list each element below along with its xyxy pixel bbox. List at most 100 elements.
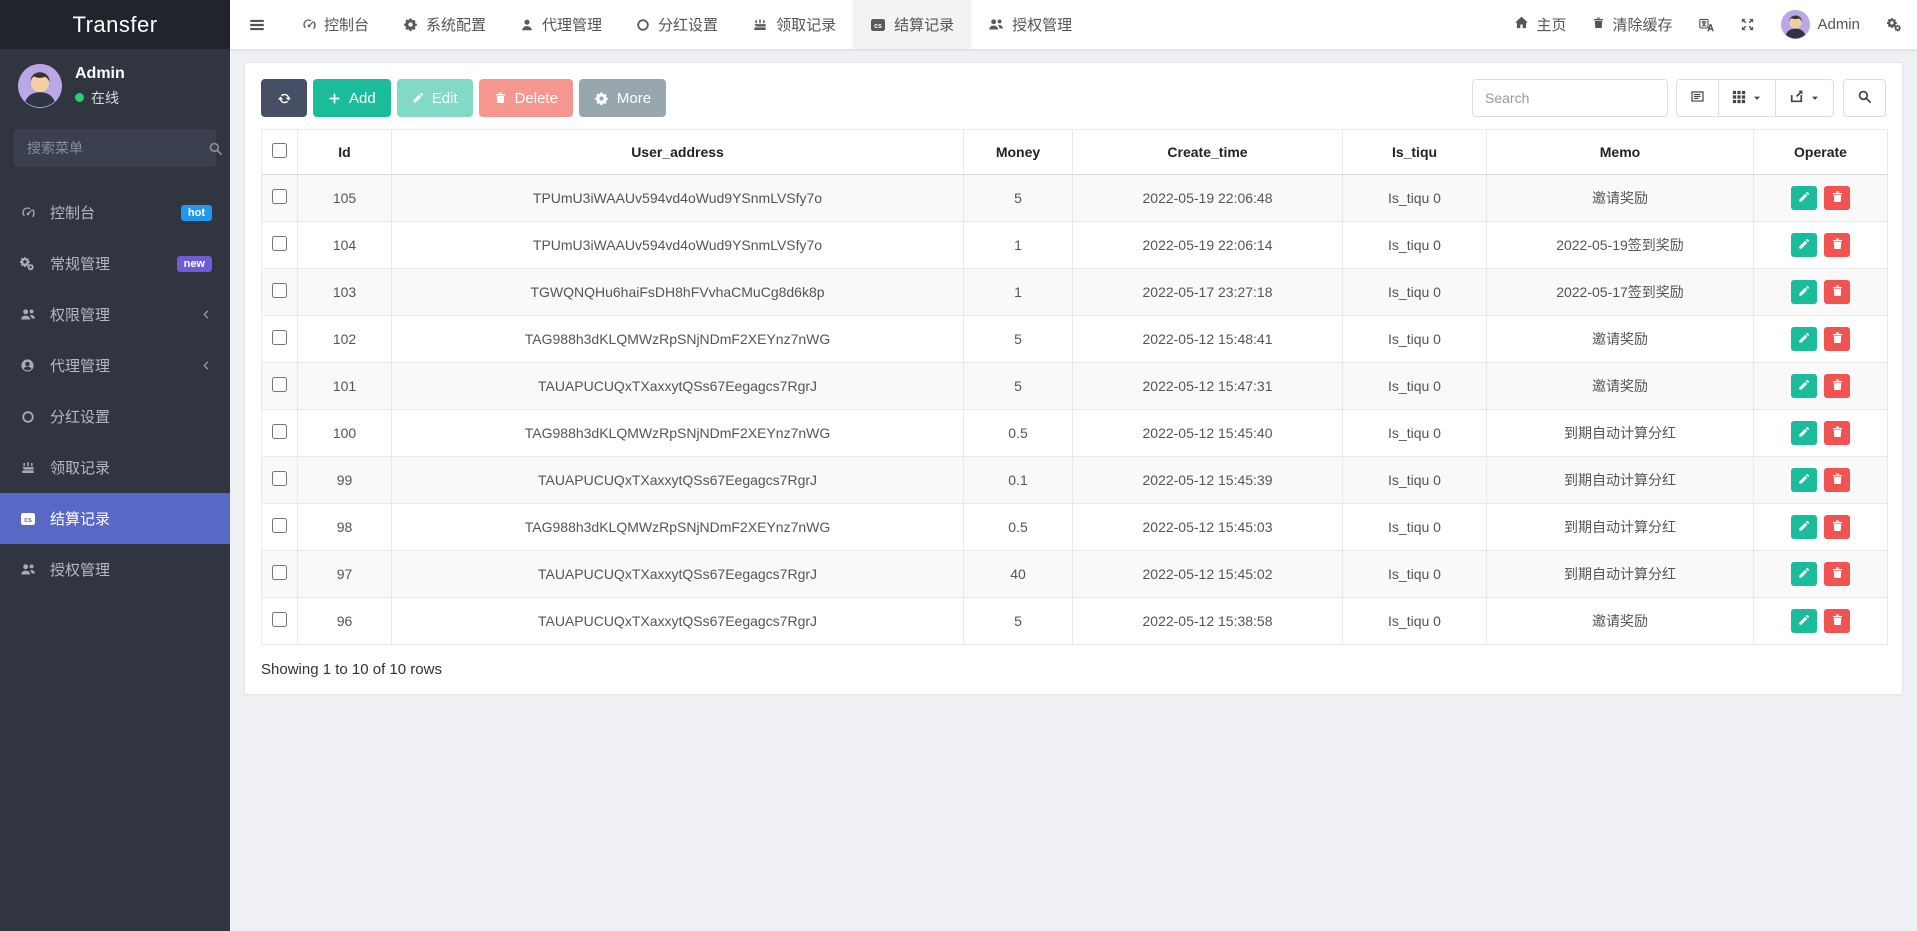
nav-tab-settlement[interactable]: cs 结算记录 [853, 0, 971, 49]
delete-button[interactable]: Delete [479, 79, 573, 117]
cell-id: 103 [298, 269, 392, 316]
row-checkbox[interactable] [272, 283, 287, 298]
pencil-icon [1798, 238, 1810, 253]
select-all-checkbox[interactable] [272, 143, 287, 158]
row-edit-button[interactable] [1791, 327, 1817, 351]
row-checkbox[interactable] [272, 377, 287, 392]
cell-user-address: TPUmU3iWAAUv594vd4oWud9YSnmLVSfy7o [392, 222, 964, 269]
search-icon [1857, 89, 1872, 107]
row-checkbox[interactable] [272, 518, 287, 533]
language-icon[interactable] [1698, 17, 1714, 33]
row-delete-button[interactable] [1824, 280, 1850, 304]
cell-user-address: TAUAPUCUQxTXaxxytQSs67Eegagcs7RgrJ [392, 598, 964, 645]
detail-view-button[interactable] [1676, 79, 1718, 117]
table-row: 96 TAUAPUCUQxTXaxxytQSs67Eegagcs7RgrJ 5 … [262, 598, 1888, 645]
sidebar-item-dashboard[interactable]: 控制台 hot [0, 187, 230, 238]
pencil-icon [1798, 614, 1810, 629]
sidebar-item-label: 控制台 [50, 202, 95, 223]
row-edit-button[interactable] [1791, 280, 1817, 304]
sidebar-item-label: 分红设置 [50, 406, 110, 427]
cell-money: 1 [964, 269, 1073, 316]
cell-money: 1 [964, 222, 1073, 269]
gears-icon[interactable] [1886, 17, 1903, 32]
sidebar-item-label: 结算记录 [50, 508, 110, 529]
row-delete-button[interactable] [1824, 468, 1850, 492]
nav-tab-collect[interactable]: 领取记录 [735, 0, 853, 49]
row-checkbox[interactable] [272, 236, 287, 251]
home-link[interactable]: 主页 [1514, 14, 1566, 35]
user-menu[interactable]: Admin [1781, 10, 1860, 39]
row-edit-button[interactable] [1791, 186, 1817, 210]
pencil-icon [412, 92, 424, 104]
row-checkbox[interactable] [272, 424, 287, 439]
navbar-right: 主页 清除缓存 Admin [1514, 0, 1903, 49]
sidebar-search-input[interactable] [27, 140, 208, 156]
sidebar-item-authorization[interactable]: 授权管理 [0, 544, 230, 595]
sidebar-item-general[interactable]: 常规管理 new [0, 238, 230, 289]
more-button[interactable]: More [579, 79, 666, 117]
row-checkbox[interactable] [272, 330, 287, 345]
cell-money: 40 [964, 551, 1073, 598]
refresh-button[interactable] [261, 79, 307, 117]
row-checkbox[interactable] [272, 612, 287, 627]
export-button[interactable] [1775, 79, 1834, 117]
sidebar-item-collect[interactable]: 领取记录 [0, 442, 230, 493]
pencil-icon [1798, 285, 1810, 300]
cell-id: 97 [298, 551, 392, 598]
clear-cache-link[interactable]: 清除缓存 [1592, 14, 1672, 35]
row-delete-button[interactable] [1824, 515, 1850, 539]
menu-icon[interactable] [230, 0, 284, 49]
cell-create-time: 2022-05-17 23:27:18 [1073, 269, 1343, 316]
columns-button[interactable] [1718, 79, 1775, 117]
edit-button[interactable]: Edit [397, 79, 473, 117]
cell-operate [1754, 504, 1888, 551]
toggle-search-button[interactable] [1843, 79, 1886, 117]
row-checkbox[interactable] [272, 471, 287, 486]
cell-select [262, 504, 298, 551]
cell-memo: 2022-05-19签到奖励 [1487, 222, 1754, 269]
cell-is-tiqu: Is_tiqu 0 [1343, 269, 1487, 316]
row-edit-button[interactable] [1791, 468, 1817, 492]
sidebar-item-agent[interactable]: 代理管理 [0, 340, 230, 391]
add-button[interactable]: Add [313, 79, 391, 117]
sidebar-item-label: 权限管理 [50, 304, 110, 325]
nav-tab-dividend[interactable]: 分红设置 [619, 0, 735, 49]
row-checkbox[interactable] [272, 189, 287, 204]
nav-tab-agent[interactable]: 代理管理 [503, 0, 619, 49]
nav-tab-system-config[interactable]: 系统配置 [386, 0, 503, 49]
row-delete-button[interactable] [1824, 186, 1850, 210]
table-search-input[interactable] [1472, 79, 1668, 117]
fullscreen-icon[interactable] [1740, 17, 1755, 32]
row-edit-button[interactable] [1791, 515, 1817, 539]
row-delete-button[interactable] [1824, 421, 1850, 445]
sidebar-item-permission[interactable]: 权限管理 [0, 289, 230, 340]
cell-create-time: 2022-05-12 15:45:02 [1073, 551, 1343, 598]
row-checkbox[interactable] [272, 565, 287, 580]
cell-is-tiqu: Is_tiqu 0 [1343, 363, 1487, 410]
row-delete-button[interactable] [1824, 327, 1850, 351]
cell-memo: 邀请奖励 [1487, 175, 1754, 222]
sidebar-item-dividend[interactable]: 分红设置 [0, 391, 230, 442]
sidebar-item-label: 常规管理 [50, 253, 110, 274]
row-edit-button[interactable] [1791, 421, 1817, 445]
row-delete-button[interactable] [1824, 233, 1850, 257]
row-edit-button[interactable] [1791, 233, 1817, 257]
cell-is-tiqu: Is_tiqu 0 [1343, 175, 1487, 222]
nav-tab-authorization[interactable]: 授权管理 [971, 0, 1089, 49]
column-header-memo: Memo [1487, 130, 1754, 175]
row-delete-button[interactable] [1824, 374, 1850, 398]
nav-tab-dashboard[interactable]: 控制台 [284, 0, 386, 49]
row-delete-button[interactable] [1824, 609, 1850, 633]
dashboard-icon [18, 205, 37, 220]
row-edit-button[interactable] [1791, 609, 1817, 633]
sidebar-item-settlement[interactable]: cs 结算记录 [0, 493, 230, 544]
row-edit-button[interactable] [1791, 374, 1817, 398]
badge: new [177, 256, 212, 272]
cell-operate [1754, 175, 1888, 222]
row-delete-button[interactable] [1824, 562, 1850, 586]
search-icon[interactable] [208, 141, 223, 156]
gear-icon [594, 91, 609, 106]
row-edit-button[interactable] [1791, 562, 1817, 586]
cell-user-address: TAUAPUCUQxTXaxxytQSs67Eegagcs7RgrJ [392, 457, 964, 504]
cake-icon [752, 17, 768, 32]
